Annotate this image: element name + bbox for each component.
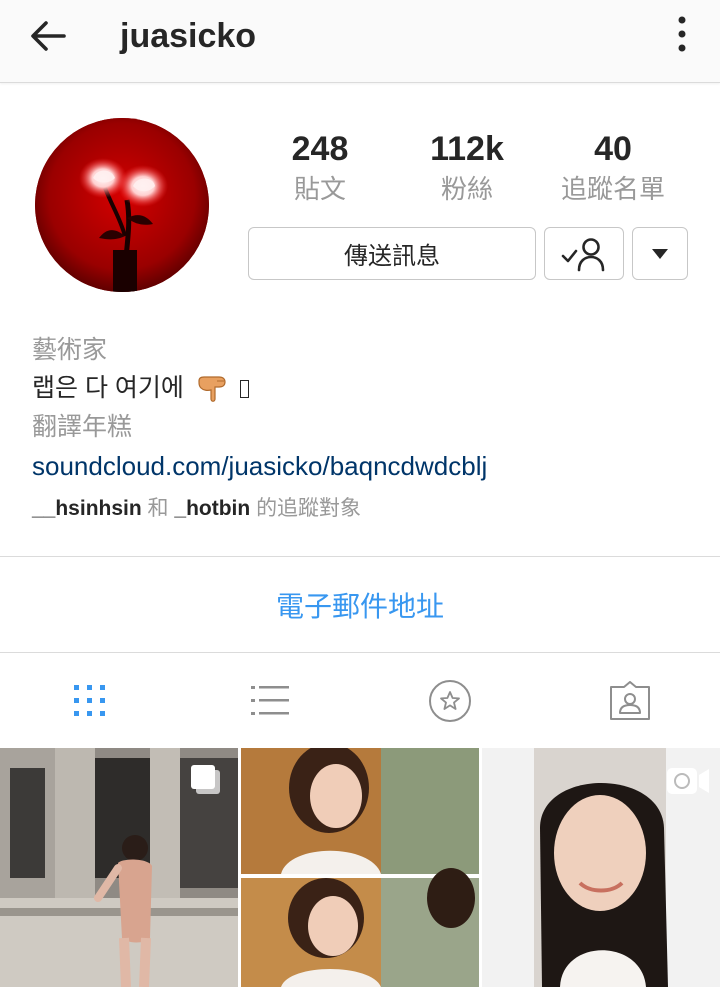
user-check-icon xyxy=(561,237,605,271)
profile-avatar[interactable] xyxy=(35,118,209,292)
post-thumbnail[interactable] xyxy=(482,748,720,987)
list-icon xyxy=(251,685,289,715)
post-photo-collage xyxy=(241,748,479,987)
grid-icon xyxy=(74,684,105,716)
tab-tagged[interactable] xyxy=(540,653,720,748)
followed-by-suffix: 的追蹤對象 xyxy=(256,497,362,520)
followers-stat[interactable]: 112k 粉絲 xyxy=(392,128,542,208)
followers-count: 112k xyxy=(430,130,504,168)
tab-list-view[interactable] xyxy=(180,653,360,748)
email-contact-button[interactable]: 電子郵件地址 xyxy=(0,557,720,652)
following-label: 追蹤名單 xyxy=(560,174,665,204)
multiple-photos-icon xyxy=(191,765,220,794)
bio-translate[interactable]: 翻譯年糕 xyxy=(32,410,692,444)
pointing-down-hand-icon xyxy=(198,376,226,403)
followers-label: 粉絲 xyxy=(440,174,493,204)
following-stat[interactable]: 40 追蹤名單 xyxy=(538,128,688,208)
caret-down-icon xyxy=(652,248,668,259)
followed-by-user-1[interactable]: __hsinhsin xyxy=(32,497,142,520)
followed-by-and: 和 xyxy=(147,497,169,520)
following-count: 40 xyxy=(594,130,632,168)
profile-username: juasicko xyxy=(120,17,257,55)
bio-text: 랩은 다 여기에 xyxy=(32,374,184,402)
star-circle-icon xyxy=(429,679,471,722)
video-camera-icon xyxy=(667,768,709,794)
unrendered-glyph-box xyxy=(239,380,249,399)
avatar-rose-image xyxy=(35,118,209,292)
back-arrow-icon[interactable] xyxy=(28,16,68,56)
bio-text-line: 랩은 다 여기에 xyxy=(32,372,692,404)
posts-count: 248 xyxy=(291,130,349,168)
top-app-bar: juasicko xyxy=(0,0,720,83)
posts-label: 貼文 xyxy=(293,174,346,204)
tab-saved[interactable] xyxy=(360,653,540,748)
following-status-button[interactable] xyxy=(544,227,624,280)
tab-grid-view[interactable] xyxy=(0,653,180,748)
bio-website-link[interactable]: soundcloud.com/juasicko/baqncdwdcblj xyxy=(32,449,692,483)
more-options-icon[interactable] xyxy=(668,14,696,54)
followed-by-user-2[interactable]: _hotbin xyxy=(174,497,250,520)
tagged-user-icon xyxy=(610,680,650,720)
posts-grid xyxy=(0,748,720,987)
suggestions-dropdown-button[interactable] xyxy=(632,227,688,280)
followed-by-line[interactable]: __hsinhsin 和 _hotbin 的追蹤對象 xyxy=(32,494,692,524)
send-message-button[interactable]: 傳送訊息 xyxy=(248,227,536,280)
post-thumbnail[interactable] xyxy=(0,748,238,987)
profile-view-tabs xyxy=(0,653,720,748)
bio-category: 藝術家 xyxy=(32,336,108,364)
post-thumbnail[interactable] xyxy=(241,748,479,987)
posts-stat[interactable]: 248 貼文 xyxy=(245,128,395,208)
